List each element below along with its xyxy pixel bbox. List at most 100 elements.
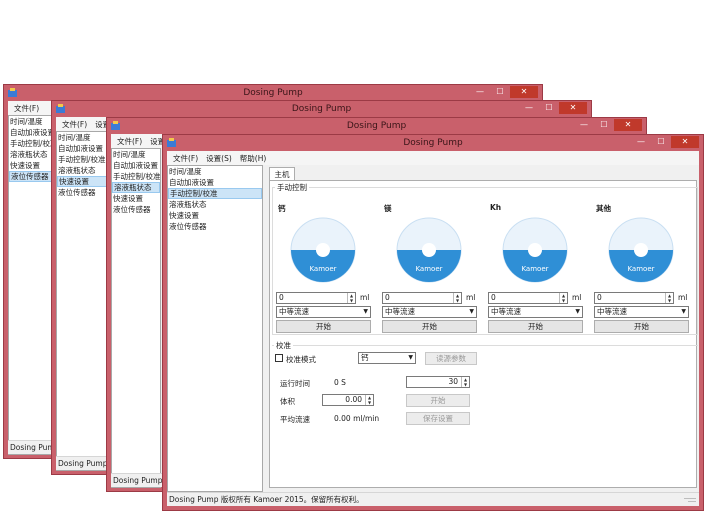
calibration-volume-input[interactable]: 0.00 ▲ ▼ bbox=[322, 394, 374, 406]
volume-unit: ml bbox=[678, 293, 688, 302]
resize-grip-icon[interactable] bbox=[684, 495, 696, 503]
maximize-button[interactable]: ☐ bbox=[651, 136, 671, 148]
volume-unit: ml bbox=[466, 293, 476, 302]
menu-file[interactable]: 文件(F) bbox=[10, 103, 43, 114]
speed-select[interactable]: 中等流速 ▼ bbox=[488, 306, 583, 318]
calibration-mode-checkbox[interactable] bbox=[275, 354, 283, 362]
nav-item[interactable]: 时间/温度 bbox=[9, 116, 53, 127]
volume-input[interactable]: 0 ▲ ▼ bbox=[594, 292, 674, 304]
minimize-button[interactable]: — bbox=[631, 136, 651, 148]
nav-item[interactable]: 快速设置 bbox=[9, 160, 53, 171]
nav-item-selected[interactable]: 快速设置 bbox=[57, 176, 107, 187]
volume-input[interactable]: 0 ▲ ▼ bbox=[276, 292, 356, 304]
title-bar[interactable]: Dosing Pump — ☐ ✕ bbox=[52, 101, 591, 117]
kamoer-logo: Kamoer bbox=[521, 265, 548, 273]
nav-item-manual-calibration[interactable]: 手动控制/校准 bbox=[168, 188, 262, 199]
menu-settings[interactable]: 设置(S) bbox=[202, 153, 236, 164]
nav-list[interactable]: 时间/温度 自动加液设置 手动控制/校准 溶液瓶状态 快速设置 液位传感器 bbox=[111, 148, 161, 488]
speed-value: 中等流速 bbox=[385, 307, 415, 316]
maximize-button[interactable]: ☐ bbox=[539, 102, 559, 114]
start-button[interactable]: 开始 bbox=[488, 320, 583, 333]
nav-item[interactable]: 快速设置 bbox=[112, 193, 160, 204]
avg-flow-label: 平均流速 bbox=[280, 415, 310, 424]
calibration-start-button[interactable]: 开始 bbox=[406, 394, 470, 407]
speed-select[interactable]: 中等流速 ▼ bbox=[276, 306, 371, 318]
dropdown-arrow-icon: ▼ bbox=[408, 354, 413, 361]
volume-input[interactable]: 0 ▲ ▼ bbox=[382, 292, 462, 304]
channel-value: 钙 bbox=[361, 353, 369, 362]
read-params-button[interactable]: 读源参数 bbox=[425, 352, 477, 365]
spin-arrows-icon[interactable]: ▲ ▼ bbox=[461, 377, 469, 387]
pump-name: Kh bbox=[490, 203, 502, 212]
pump-panel-3: Kh Kamoer 0 ▲ ▼ ml 中等流速 ▼ 开始 bbox=[488, 203, 583, 333]
spin-arrows-icon[interactable]: ▲ ▼ bbox=[453, 293, 461, 303]
nav-item[interactable]: 自动加液设置 bbox=[9, 127, 53, 138]
minimize-button[interactable]: — bbox=[470, 86, 490, 98]
calibration-volume-value: 0.00 bbox=[345, 395, 362, 404]
spin-arrows-icon[interactable]: ▲ ▼ bbox=[347, 293, 355, 303]
dropdown-arrow-icon: ▼ bbox=[363, 308, 368, 315]
nav-item-level-sensor[interactable]: 液位传感器 bbox=[168, 221, 262, 232]
close-button[interactable]: ✕ bbox=[559, 102, 587, 114]
title-bar[interactable]: Dosing Pump — ☐ ✕ bbox=[163, 135, 703, 151]
tab-host[interactable]: 主机 bbox=[269, 167, 295, 181]
nav-item[interactable]: 时间/温度 bbox=[112, 149, 160, 160]
spin-arrows-icon[interactable]: ▲ ▼ bbox=[365, 395, 373, 405]
start-button[interactable]: 开始 bbox=[276, 320, 371, 333]
title-bar[interactable]: Dosing Pump — ☐ ✕ bbox=[107, 118, 646, 134]
nav-item[interactable]: 溶液瓶状态 bbox=[57, 165, 107, 176]
title-bar[interactable]: Dosing Pump — ☐ ✕ bbox=[4, 85, 542, 101]
nav-item[interactable]: 自动加液设置 bbox=[112, 160, 160, 171]
nav-item[interactable]: 液位传感器 bbox=[112, 204, 160, 215]
nav-item[interactable]: 液位传感器 bbox=[57, 187, 107, 198]
menu-help[interactable]: 帮助(H) bbox=[236, 153, 271, 164]
start-button[interactable]: 开始 bbox=[382, 320, 477, 333]
window-title: Dosing Pump bbox=[243, 88, 303, 98]
nav-item-quick-settings[interactable]: 快速设置 bbox=[168, 210, 262, 221]
nav-item-selected[interactable]: 液位传感器 bbox=[9, 171, 53, 182]
calibration-channel-select[interactable]: 钙 ▼ bbox=[358, 352, 416, 364]
volume-input[interactable]: 0 ▲ ▼ bbox=[488, 292, 568, 304]
nav-item[interactable]: 时间/温度 bbox=[57, 132, 107, 143]
dropdown-arrow-icon: ▼ bbox=[575, 308, 580, 315]
run-time-input[interactable]: 30 ▲ ▼ bbox=[406, 376, 470, 388]
nav-item-auto-dosing[interactable]: 自动加液设置 bbox=[168, 177, 262, 188]
close-button[interactable]: ✕ bbox=[614, 119, 642, 131]
nav-item[interactable]: 手动控制/校准 bbox=[112, 171, 160, 182]
nav-item[interactable]: 手动控制/校准 bbox=[57, 154, 107, 165]
menu-file[interactable]: 文件(F) bbox=[113, 136, 146, 147]
close-button[interactable]: ✕ bbox=[671, 136, 699, 148]
window-main[interactable]: Dosing Pump — ☐ ✕ 文件(F) 设置(S) 帮助(H) 时间/温… bbox=[162, 134, 704, 511]
speed-select[interactable]: 中等流速 ▼ bbox=[594, 306, 689, 318]
nav-item[interactable]: 溶液瓶状态 bbox=[9, 149, 53, 160]
menu-bar: 文件(F) 设置(S) 帮助(H) bbox=[167, 151, 699, 165]
maximize-button[interactable]: ☐ bbox=[490, 86, 510, 98]
pump-disc-icon: Kamoer bbox=[290, 217, 356, 283]
nav-list[interactable]: 时间/温度 自动加液设置 手动控制/校准 溶液瓶状态 快速设置 液位传感器 bbox=[56, 131, 108, 471]
kamoer-logo: Kamoer bbox=[627, 265, 654, 273]
nav-item-selected[interactable]: 溶液瓶状态 bbox=[112, 182, 160, 193]
menu-file[interactable]: 文件(F) bbox=[169, 153, 202, 164]
pump-visual: Kamoer bbox=[594, 212, 689, 289]
nav-list[interactable]: 时间/温度 自动加液设置 手动控制/校准 溶液瓶状态 快速设置 液位传感器 bbox=[167, 165, 263, 492]
nav-item-time-temp[interactable]: 时间/温度 bbox=[168, 166, 262, 177]
nav-item[interactable]: 自动加液设置 bbox=[57, 143, 107, 154]
close-button[interactable]: ✕ bbox=[510, 86, 538, 98]
start-button[interactable]: 开始 bbox=[594, 320, 689, 333]
avg-flow-value: 0.00 ml/min bbox=[334, 414, 380, 423]
speed-select[interactable]: 中等流速 ▼ bbox=[382, 306, 477, 318]
minimize-button[interactable]: — bbox=[519, 102, 539, 114]
maximize-button[interactable]: ☐ bbox=[594, 119, 614, 131]
calibration-mode-label[interactable]: 校准模式 bbox=[286, 354, 316, 365]
speed-value: 中等流速 bbox=[491, 307, 521, 316]
spin-arrows-icon[interactable]: ▲ ▼ bbox=[559, 293, 567, 303]
run-time-value: 0 S bbox=[334, 378, 346, 387]
nav-item-bottle-status[interactable]: 溶液瓶状态 bbox=[168, 199, 262, 210]
nav-item[interactable]: 手动控制/校准 bbox=[9, 138, 53, 149]
menu-file[interactable]: 文件(F) bbox=[58, 119, 91, 130]
save-settings-button[interactable]: 保存设置 bbox=[406, 412, 470, 425]
pump-disc-icon: Kamoer bbox=[396, 217, 462, 283]
nav-list[interactable]: 时间/温度 自动加液设置 手动控制/校准 溶液瓶状态 快速设置 液位传感器 bbox=[8, 115, 54, 455]
minimize-button[interactable]: — bbox=[574, 119, 594, 131]
spin-arrows-icon[interactable]: ▲ ▼ bbox=[665, 293, 673, 303]
